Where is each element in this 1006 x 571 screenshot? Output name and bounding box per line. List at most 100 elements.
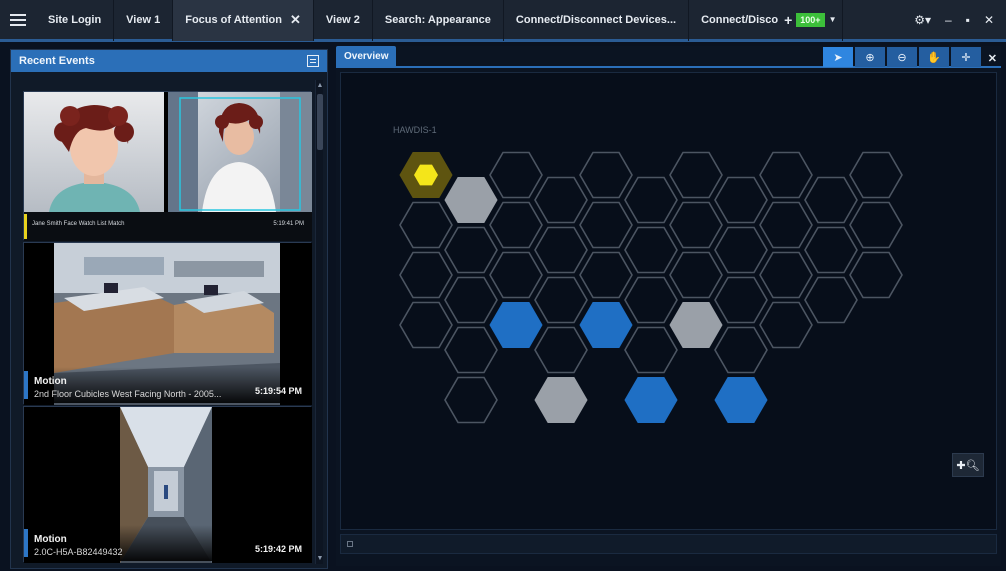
event-time: 5:19:54 PM	[254, 386, 302, 396]
tab-connect-disconnect[interactable]: Connect/Disconnect Devices...	[504, 0, 690, 41]
tab-site-login[interactable]: Site Login	[36, 0, 115, 41]
tab-view-1[interactable]: View 1	[114, 0, 174, 41]
tab-label: Focus of Attention	[185, 13, 282, 26]
tab-overview[interactable]: Overview	[336, 46, 397, 66]
event-subtitle: Jane Smith Face Watch List Match	[32, 221, 125, 227]
camera-hex-empty[interactable]	[624, 176, 678, 224]
event-title: Motion	[34, 534, 67, 545]
scrollbar-thumb[interactable]	[317, 94, 323, 150]
camera-hex-empty[interactable]	[714, 176, 768, 224]
tab-connect-disco[interactable]: Connect/Disco + 100+ ▼	[689, 0, 844, 41]
event-time: 5:19:42 PM	[254, 544, 302, 554]
camera-hex-empty[interactable]	[489, 251, 543, 299]
camera-hex-active[interactable]	[624, 377, 678, 423]
tab-label: View 1	[126, 13, 161, 26]
tab-view-2[interactable]: View 2	[314, 0, 373, 41]
camera-hex-empty[interactable]	[714, 326, 768, 374]
alert-bar	[24, 214, 27, 239]
event-footer: Motion 2nd Floor Cubicles West Facing No…	[24, 367, 310, 403]
hex-map-canvas[interactable]: HAWDIS-1 ✚🔍︎	[340, 72, 997, 530]
camera-hex-empty[interactable]	[444, 376, 498, 424]
event-type-bar	[24, 529, 28, 557]
event-footer: Motion 2.0C-H5A-B82449432 5:19:42 PM	[24, 525, 310, 561]
scroll-down-icon[interactable]: ▼	[316, 555, 324, 562]
camera-hex-empty[interactable]	[399, 251, 453, 299]
camera-hex-empty[interactable]	[849, 151, 903, 199]
camera-hex-empty[interactable]	[669, 151, 723, 199]
camera-hex-empty[interactable]	[534, 276, 588, 324]
tab-label: View 2	[325, 13, 360, 26]
camera-hex-empty[interactable]	[579, 251, 633, 299]
camera-hex-empty[interactable]	[759, 251, 813, 299]
camera-hex-active[interactable]	[489, 302, 543, 348]
camera-hex-inactive[interactable]	[669, 302, 723, 348]
camera-hex-empty[interactable]	[579, 201, 633, 249]
gear-icon[interactable]: ⚙▾	[914, 13, 931, 27]
camera-hex-inactive[interactable]	[444, 177, 498, 223]
tab-label: Connect/Disconnect Devices...	[515, 13, 677, 26]
scroll-up-icon[interactable]: ▲	[316, 82, 324, 89]
close-icon[interactable]: ✕	[984, 13, 994, 27]
camera-hex-empty[interactable]	[489, 151, 543, 199]
camera-hex-empty[interactable]	[399, 301, 453, 349]
camera-hex-empty[interactable]	[624, 326, 678, 374]
camera-hex-empty[interactable]	[534, 176, 588, 224]
event-subtitle: 2nd Floor Cubicles West Facing North - 2…	[34, 389, 222, 399]
camera-hex-empty[interactable]	[759, 301, 813, 349]
zoom-icon[interactable]: ✚🔍︎	[956, 459, 979, 472]
camera-hex-inactive[interactable]	[534, 377, 588, 423]
add-tab-icon[interactable]: +	[784, 12, 792, 28]
camera-hex-empty[interactable]	[444, 276, 498, 324]
pan-icon[interactable]: ✋	[919, 47, 949, 67]
close-panel-icon[interactable]: ✕	[988, 52, 997, 65]
zoom-control[interactable]: ✚🔍︎	[952, 453, 984, 477]
camera-hex-empty[interactable]	[849, 251, 903, 299]
pointer-icon[interactable]: ➤	[823, 47, 853, 67]
close-tab-icon[interactable]: ✕	[290, 12, 301, 28]
camera-hex-empty[interactable]	[444, 226, 498, 274]
status-badge: 100+	[796, 12, 825, 27]
zoom-in-icon[interactable]: ⊕	[855, 47, 885, 67]
camera-hex-empty[interactable]	[399, 201, 453, 249]
camera-hex-empty[interactable]	[624, 226, 678, 274]
camera-hex-empty[interactable]	[849, 201, 903, 249]
filter-icon[interactable]	[307, 55, 319, 67]
zoom-out-icon[interactable]: ⊖	[887, 47, 917, 67]
camera-hex-empty[interactable]	[624, 276, 678, 324]
camera-hex-active[interactable]	[579, 302, 633, 348]
event-list-scrollbar[interactable]: ▲ ▼	[315, 80, 323, 564]
camera-hex-empty[interactable]	[669, 201, 723, 249]
center-icon[interactable]: ✛	[951, 47, 981, 67]
menu-button[interactable]	[0, 0, 36, 41]
tab-focus-of-attention[interactable]: Focus of Attention ✕	[173, 0, 314, 41]
camera-hex-empty[interactable]	[534, 226, 588, 274]
event-title: Motion	[34, 376, 67, 387]
camera-hex-active[interactable]	[714, 377, 768, 423]
tab-label: Connect/Disco	[701, 13, 779, 26]
event-time: 5:19:41 PM	[273, 221, 304, 227]
camera-hex-empty[interactable]	[759, 201, 813, 249]
camera-hex-empty[interactable]	[579, 151, 633, 199]
event-card-motion-2[interactable]: Motion 2.0C-H5A-B82449432 5:19:42 PM	[23, 406, 312, 563]
camera-hex-empty[interactable]	[804, 176, 858, 224]
chevron-down-icon[interactable]: ▼	[829, 15, 837, 24]
event-card-face-match[interactable]: Jane Smith Face Watch List Match 5:19:41…	[23, 91, 312, 241]
maximize-icon[interactable]: ▪	[966, 13, 970, 27]
camera-hex-empty[interactable]	[759, 151, 813, 199]
overview-panel: Overview ➤ ⊕ ⊖ ✋ ✛ ✕ HAWDIS-1 ✚🔍︎	[336, 46, 1001, 566]
recent-events-panel: Recent Events Jane Smith Face Watch List…	[10, 49, 328, 569]
camera-hex-empty[interactable]	[714, 226, 768, 274]
tab-bar: Site Login View 1 Focus of Attention ✕ V…	[0, 0, 1006, 42]
timeline-icon[interactable]	[347, 541, 353, 547]
event-card-motion-1[interactable]: Motion 2nd Floor Cubicles West Facing No…	[23, 242, 312, 405]
camera-hex-grid[interactable]	[341, 73, 996, 529]
tab-search-appearance[interactable]: Search: Appearance	[373, 0, 504, 41]
camera-hex-empty[interactable]	[669, 251, 723, 299]
camera-hex-empty[interactable]	[489, 201, 543, 249]
minimize-icon[interactable]: –	[945, 13, 952, 27]
camera-hex-empty[interactable]	[804, 226, 858, 274]
camera-hex-empty[interactable]	[804, 276, 858, 324]
camera-hex-empty[interactable]	[714, 276, 768, 324]
camera-hex-empty[interactable]	[444, 326, 498, 374]
camera-hex-empty[interactable]	[534, 326, 588, 374]
